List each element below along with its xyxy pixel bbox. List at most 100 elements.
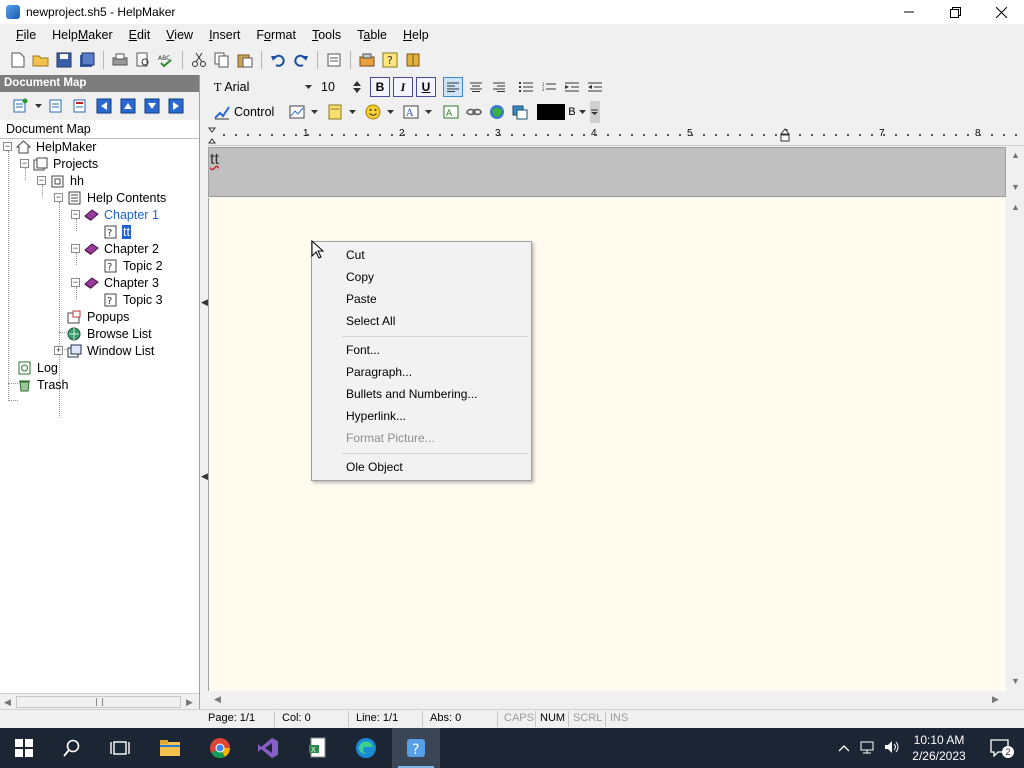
menu-item-copy[interactable]: Copy: [346, 270, 374, 284]
chrome-button[interactable]: [196, 728, 244, 768]
header-vertical-scrollbar[interactable]: ▲ ▼: [1006, 147, 1024, 197]
tree-node-browse-list[interactable]: Browse List: [67, 325, 153, 342]
tree-node-chapter-2[interactable]: − Chapter 2: [71, 240, 160, 257]
panel-splitter[interactable]: ◀ ◀: [200, 75, 208, 710]
menu-help[interactable]: Help: [395, 28, 437, 42]
show-hidden-icons-icon[interactable]: [838, 741, 850, 755]
edit-item-icon[interactable]: [46, 96, 66, 116]
move-right-icon[interactable]: [166, 96, 186, 116]
edge-button[interactable]: [342, 728, 390, 768]
tree-node-projects[interactable]: − Projects: [20, 155, 99, 172]
notification-center-button[interactable]: 2: [976, 728, 1024, 768]
left-indent-marker-icon[interactable]: [208, 127, 216, 145]
taskbar-clock[interactable]: 10:10 AM 2/26/2023: [904, 732, 974, 764]
text-color-swatch[interactable]: [537, 104, 566, 120]
dropdown-arrow-icon[interactable]: [348, 102, 356, 122]
scroll-down-arrow[interactable]: ▼: [1011, 182, 1020, 192]
collapse-toggle[interactable]: −: [71, 244, 80, 253]
font-size-spinner[interactable]: 10: [321, 77, 361, 97]
menu-format[interactable]: Format: [248, 28, 304, 42]
copy-icon[interactable]: [212, 50, 232, 70]
insert-chart-icon[interactable]: [287, 102, 307, 122]
move-up-icon[interactable]: [118, 96, 138, 116]
collapse-toggle[interactable]: −: [71, 278, 80, 287]
dropdown-arrow-icon[interactable]: [579, 102, 587, 122]
tree-node-trash[interactable]: Trash: [17, 376, 70, 393]
editor-horizontal-scrollbar[interactable]: ◀ ▶: [208, 691, 1006, 708]
move-left-icon[interactable]: [94, 96, 114, 116]
scroll-down-arrow[interactable]: ▼: [1011, 676, 1020, 686]
restore-button[interactable]: [932, 0, 978, 24]
dropdown-arrow-icon[interactable]: [424, 102, 432, 122]
tree-node-popups[interactable]: Popups: [67, 308, 130, 325]
insert-expression-icon[interactable]: A: [441, 102, 461, 122]
visual-studio-button[interactable]: [244, 728, 292, 768]
scroll-left-arrow[interactable]: ◀: [214, 694, 221, 705]
dropdown-arrow-icon[interactable]: [310, 102, 318, 122]
menu-insert[interactable]: Insert: [201, 28, 248, 42]
underline-button[interactable]: U: [416, 77, 436, 97]
insert-image-icon[interactable]: [510, 102, 530, 122]
insert-text-icon[interactable]: A: [401, 102, 421, 122]
tree-node-hh[interactable]: − hh: [37, 172, 85, 189]
scroll-right-arrow[interactable]: ▶: [992, 694, 999, 705]
minimize-button[interactable]: [886, 0, 932, 24]
align-center-button[interactable]: [466, 77, 486, 97]
menu-item-hyperlink[interactable]: Hyperlink...: [346, 409, 406, 423]
collapse-toggle[interactable]: −: [20, 159, 29, 168]
add-item-icon[interactable]: [10, 96, 30, 116]
book-icon[interactable]: [403, 50, 423, 70]
app-button[interactable]: X: [294, 728, 342, 768]
spinner-arrows-icon[interactable]: [353, 80, 361, 94]
print-preview-icon[interactable]: [133, 50, 153, 70]
save-icon[interactable]: [54, 50, 74, 70]
menu-tools[interactable]: Tools: [304, 28, 349, 42]
tree-node-chapter-1[interactable]: − Chapter 1: [71, 206, 160, 223]
task-view-button[interactable]: [96, 728, 144, 768]
splitter-collapse-arrow[interactable]: ◀: [201, 297, 208, 308]
smiley-icon[interactable]: [363, 102, 383, 122]
tree-node-log[interactable]: Log: [17, 359, 59, 376]
expand-toggle[interactable]: +: [54, 346, 63, 355]
insert-note-icon[interactable]: [325, 102, 345, 122]
spell-check-icon[interactable]: ABC: [156, 50, 176, 70]
increase-indent-button[interactable]: [562, 77, 582, 97]
decrease-indent-button[interactable]: [585, 77, 605, 97]
tree-node-topic-3[interactable]: ? Topic 3: [103, 291, 164, 308]
close-button[interactable]: [978, 0, 1024, 24]
scroll-up-arrow[interactable]: ▲: [1011, 202, 1020, 212]
move-down-icon[interactable]: [142, 96, 162, 116]
menu-item-paste[interactable]: Paste: [346, 292, 377, 306]
volume-icon[interactable]: [884, 740, 900, 757]
menu-item-ole-object[interactable]: Ole Object: [346, 460, 403, 474]
tree-node-help-contents[interactable]: − Help Contents: [54, 189, 167, 206]
menu-view[interactable]: View: [158, 28, 201, 42]
network-icon[interactable]: [860, 740, 876, 757]
bullets-button[interactable]: [516, 77, 536, 97]
new-file-icon[interactable]: [8, 50, 28, 70]
font-name-dropdown[interactable]: T Arial: [214, 77, 312, 97]
tree-node-topic-tt[interactable]: ? tt: [103, 223, 131, 240]
menu-table[interactable]: Table: [349, 28, 395, 42]
save-all-icon[interactable]: [77, 50, 97, 70]
tree-node-chapter-3[interactable]: − Chapter 3: [71, 274, 160, 291]
help-topic-icon[interactable]: ?: [380, 50, 400, 70]
compile-icon[interactable]: [357, 50, 377, 70]
menu-item-paragraph[interactable]: Paragraph...: [346, 365, 412, 379]
numbering-button[interactable]: 12: [539, 77, 559, 97]
italic-button[interactable]: I: [393, 77, 413, 97]
scroll-right-arrow[interactable]: ▶: [186, 697, 193, 708]
print-icon[interactable]: [110, 50, 130, 70]
properties-icon[interactable]: [324, 50, 344, 70]
control-button[interactable]: Control: [214, 104, 274, 120]
align-left-button[interactable]: [443, 77, 463, 97]
splitter-collapse-arrow[interactable]: ◀: [201, 471, 208, 482]
dropdown-arrow-icon[interactable]: [386, 102, 394, 122]
scroll-left-arrow[interactable]: ◀: [4, 697, 11, 708]
insert-link-icon[interactable]: [464, 102, 484, 122]
menu-item-cut[interactable]: Cut: [346, 248, 365, 262]
file-explorer-button[interactable]: [146, 728, 194, 768]
right-indent-marker-icon[interactable]: [780, 127, 790, 145]
search-button[interactable]: [48, 728, 96, 768]
tree-node-window-list[interactable]: + Window List: [54, 342, 155, 359]
